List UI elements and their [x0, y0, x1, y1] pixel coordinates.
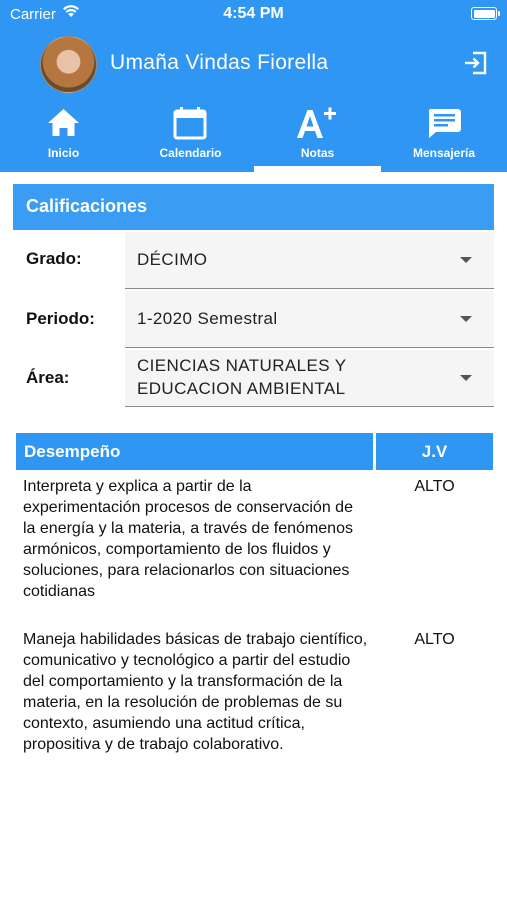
logout-icon[interactable]: [462, 49, 490, 77]
tab-label: Inicio: [47, 146, 80, 160]
periodo-value: 1-2020 Semestral: [137, 309, 278, 328]
table-row-jv: ALTO: [414, 478, 455, 495]
active-tab-indicator: [254, 166, 381, 172]
grado-label: Grado:: [26, 249, 82, 268]
header-label: Desempeño: [24, 442, 121, 461]
area-select[interactable]: CIENCIAS NATURALES Y EDUCACION AMBIENTAL: [125, 350, 494, 407]
chevron-down-icon: [460, 375, 472, 381]
grade-a-plus-icon: [297, 107, 336, 138]
tab-label: Notas: [300, 146, 335, 160]
section-title: Calificaciones: [26, 196, 148, 216]
app-header: Carrier 4:54 PM Umaña Vindas Fiorella In…: [0, 0, 507, 172]
grado-select[interactable]: DÉCIMO: [125, 232, 494, 289]
area-label: Área:: [26, 368, 70, 387]
user-name: Umaña Vindas Fiorella: [110, 51, 329, 74]
table-row-desc: Maneja habilidades básicas de trabajo ci…: [23, 631, 368, 753]
battery-icon: [471, 7, 500, 20]
area-value-line1: CIENCIAS NATURALES Y: [137, 356, 347, 375]
message-icon: [428, 109, 461, 138]
status-bar: Carrier 4:54 PM: [0, 0, 507, 28]
chevron-down-icon: [460, 316, 472, 322]
table-header: Desempeño J.V: [16, 433, 493, 470]
table-row-jv: ALTO: [414, 631, 455, 648]
header-cell-desempeno: Desempeño: [16, 433, 373, 470]
tab-inicio[interactable]: Inicio: [0, 100, 127, 172]
tab-label: Calendario: [159, 146, 222, 160]
tab-calendario[interactable]: Calendario: [127, 100, 254, 172]
periodo-select[interactable]: 1-2020 Semestral: [125, 291, 494, 348]
tab-label: Mensajería: [412, 146, 476, 160]
status-time: 4:54 PM: [223, 5, 284, 22]
chevron-down-icon: [460, 257, 472, 263]
periodo-label: Periodo:: [26, 309, 95, 328]
header-label: J.V: [421, 442, 448, 461]
calendar-icon: [173, 107, 207, 140]
section-header: Calificaciones: [13, 184, 494, 230]
area-value-line2: EDUCACION AMBIENTAL: [137, 379, 346, 398]
header-cell-jv: J.V: [376, 433, 493, 470]
table-row-desc: Interpreta y explica a partir de la expe…: [23, 478, 353, 600]
tab-notas[interactable]: Notas: [254, 100, 381, 172]
tab-mensajeria[interactable]: Mensajería: [381, 100, 507, 172]
grado-value: DÉCIMO: [137, 250, 208, 269]
avatar[interactable]: [40, 36, 97, 93]
home-icon: [48, 109, 79, 136]
